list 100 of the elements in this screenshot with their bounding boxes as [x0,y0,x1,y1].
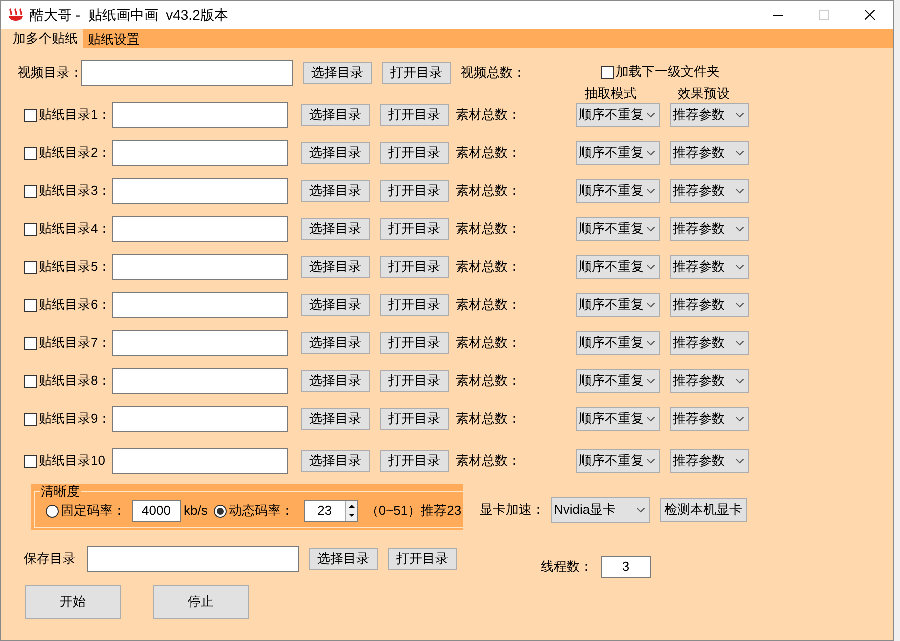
field-label: 素材总数： [456,144,522,162]
checkbox[interactable] [24,336,37,350]
window-title: 酷大哥 - 贴纸画中画 v43.2版本 [30,6,228,24]
button[interactable]: 打开目录 [380,256,449,278]
button[interactable]: 选择目录 [301,256,370,278]
dropdown[interactable]: 顺序不重复 [576,449,660,473]
chevron-down-icon [647,340,655,346]
dropdown[interactable]: 推荐参数 [670,407,749,431]
button[interactable]: 打开目录 [380,180,449,202]
button[interactable]: 打开目录 [380,450,449,472]
input-field[interactable]: 3 [601,556,651,578]
dropdown[interactable]: 顺序不重复 [576,255,660,279]
button[interactable]: 选择目录 [301,180,370,202]
dropdown[interactable]: 顺序不重复 [576,141,660,165]
input-field[interactable] [112,140,288,166]
chevron-down-icon [647,458,655,464]
input-field[interactable] [112,178,288,204]
input-field[interactable] [112,406,288,432]
button[interactable]: 停止 [153,585,249,619]
button[interactable]: 打开目录 [380,294,449,316]
checkbox[interactable] [601,66,614,78]
checkbox[interactable] [24,298,37,312]
input-field[interactable] [81,60,293,86]
button[interactable]: 选择目录 [301,218,370,240]
checkbox[interactable] [24,454,37,468]
checkbox[interactable] [24,184,37,198]
button[interactable]: 检测本机显卡 [660,498,747,522]
dropdown[interactable]: 推荐参数 [670,293,749,317]
dropdown[interactable]: 顺序不重复 [576,103,660,127]
button[interactable]: 开始 [25,585,121,619]
dropdown[interactable]: 推荐参数 [670,179,749,203]
dropdown[interactable]: 顺序不重复 [576,331,660,355]
button[interactable]: 选择目录 [303,62,372,84]
dropdown[interactable]: Nvidia显卡 [551,497,650,523]
checkbox[interactable] [24,260,37,274]
field-label: 线程数： [541,558,593,576]
column-header: 抽取模式 [585,85,638,104]
input-field[interactable] [112,330,288,356]
dropdown[interactable]: 推荐参数 [670,369,749,393]
dropdown[interactable]: 顺序不重复 [576,369,660,393]
checkbox[interactable] [24,222,37,236]
field-label: 素材总数： [456,452,522,470]
minimize-icon[interactable] [773,14,783,16]
field-label: 显卡加速： [480,501,545,520]
field-label: 贴纸目录5： [39,258,112,276]
input-field[interactable] [112,368,288,394]
dropdown[interactable]: 推荐参数 [670,103,749,127]
radio-button[interactable] [214,504,227,518]
input-field[interactable] [87,546,299,572]
dropdown[interactable]: 推荐参数 [670,255,749,279]
button[interactable]: 选择目录 [309,548,378,570]
button[interactable]: 打开目录 [388,548,457,570]
chevron-down-icon [736,458,744,464]
tab[interactable]: 加多个贴纸 [8,29,83,48]
chevron-down-icon [647,378,655,384]
button[interactable]: 打开目录 [382,62,451,84]
button[interactable]: 打开目录 [380,332,449,354]
close-icon[interactable] [865,10,875,20]
button[interactable]: 选择目录 [301,142,370,164]
input-field[interactable] [112,102,288,128]
dropdown[interactable]: 顺序不重复 [576,179,660,203]
button[interactable]: 打开目录 [380,408,449,430]
button[interactable]: 选择目录 [301,332,370,354]
chevron-down-icon [647,112,655,118]
chevron-down-icon [736,226,744,232]
field-label: 贴纸目录10 [39,452,106,470]
dropdown[interactable]: 推荐参数 [670,331,749,355]
spin-box[interactable]: 23 [304,500,358,522]
button[interactable]: 选择目录 [301,408,370,430]
input-field[interactable] [112,216,288,242]
checkbox[interactable] [24,146,37,160]
dropdown[interactable]: 顺序不重复 [576,293,660,317]
input-field[interactable]: 4000 [132,500,181,522]
button[interactable]: 打开目录 [380,218,449,240]
button[interactable]: 选择目录 [301,450,370,472]
input-field[interactable] [112,254,288,280]
field-label: 素材总数： [456,106,522,124]
button[interactable]: 选择目录 [301,294,370,316]
field-label: 贴纸目录1： [39,106,112,124]
dropdown[interactable]: 推荐参数 [670,217,749,241]
dropdown[interactable]: 推荐参数 [670,449,749,473]
spinner-arrows-icon [344,501,357,521]
button[interactable]: 打开目录 [380,370,449,392]
checkbox[interactable] [24,108,37,122]
dropdown[interactable]: 推荐参数 [670,141,749,165]
field-label: 素材总数： [456,334,522,352]
field-label: 贴纸目录7： [39,334,112,352]
button[interactable]: 选择目录 [301,104,370,126]
checkbox[interactable] [24,412,37,426]
input-field[interactable] [112,448,288,474]
dropdown[interactable]: 顺序不重复 [576,407,660,431]
button[interactable]: 打开目录 [380,104,449,126]
field-label: 素材总数： [456,296,522,314]
radio-button[interactable] [46,504,59,518]
checkbox[interactable] [24,374,37,388]
button[interactable]: 选择目录 [301,370,370,392]
field-label: 贴纸目录8： [39,372,112,390]
input-field[interactable] [112,292,288,318]
dropdown[interactable]: 顺序不重复 [576,217,660,241]
button[interactable]: 打开目录 [380,142,449,164]
